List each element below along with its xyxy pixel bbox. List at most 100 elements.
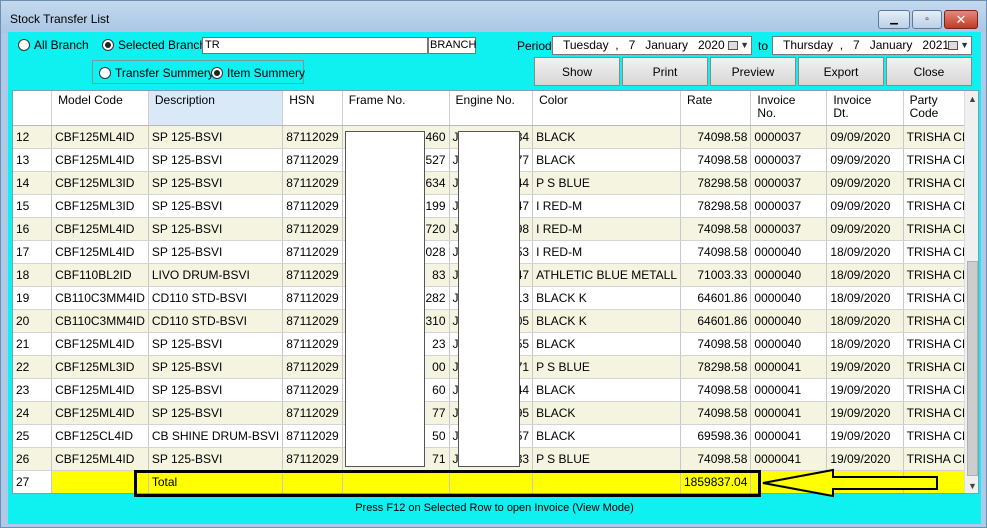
calendar-icon: [728, 41, 739, 50]
to-date-picker[interactable]: Thursday , 7 January 2021 ▼: [772, 36, 972, 55]
table-cell: 87112029: [282, 286, 343, 310]
column-header[interactable]: Model Code: [51, 91, 149, 126]
table-cell: 09/09/2020: [826, 148, 904, 172]
table-cell: CBF125ML4ID: [51, 217, 149, 241]
table-cell: CBF125ML3ID: [51, 355, 149, 379]
selected-branch-radio[interactable]: Selected Branch: [102, 38, 206, 52]
table-cell: 78298.58: [680, 171, 752, 195]
table-cell: CB110C3MM4ID: [51, 309, 149, 333]
column-header[interactable]: Invoice Dt.: [826, 91, 904, 126]
dropdown-arrow-icon: ▼: [740, 40, 749, 50]
maximize-button[interactable]: ▫: [912, 10, 942, 29]
table-cell: 87112029: [282, 309, 343, 333]
table-cell: 87112029: [282, 401, 343, 425]
maximize-icon: ▫: [925, 14, 929, 25]
table-cell: 0000037: [750, 148, 828, 172]
scroll-thumb[interactable]: [967, 261, 978, 476]
stock-transfer-grid[interactable]: Model Code Description HSN Frame No. Engine …: [12, 90, 979, 494]
table-cell: 74098.58: [680, 378, 752, 402]
table-cell: SP 125-BSVI: [148, 401, 284, 425]
table-cell: 17: [13, 240, 53, 264]
table-cell: CBF110BL2ID: [51, 263, 149, 287]
table-cell: 12: [13, 125, 53, 149]
radio-dot-selected: [102, 39, 114, 51]
table-cell: BLACK: [532, 401, 681, 425]
table-cell: 74098.58: [680, 447, 752, 471]
table-cell: 0000037: [750, 217, 828, 241]
item-summary-radio[interactable]: Item Summery: [211, 66, 305, 80]
table-cell: 16: [13, 217, 53, 241]
table-cell: 19/09/2020: [826, 447, 904, 471]
to-date-dropdown[interactable]: ▼: [947, 38, 969, 53]
export-button[interactable]: Export: [798, 57, 884, 86]
table-cell: 24: [13, 401, 53, 425]
table-cell: 19: [13, 286, 53, 310]
table-cell: 74098.58: [680, 240, 752, 264]
table-cell: 18/09/2020: [826, 263, 904, 287]
table-cell: 19/09/2020: [826, 424, 904, 448]
scroll-up-icon[interactable]: ▲: [965, 91, 978, 106]
table-cell: 78298.58: [680, 194, 752, 218]
preview-button[interactable]: Preview: [710, 57, 796, 86]
show-button[interactable]: Show: [534, 57, 620, 86]
scroll-down-icon[interactable]: ▼: [965, 478, 978, 493]
table-cell: SP 125-BSVI: [148, 217, 284, 241]
table-cell: SP 125-BSVI: [148, 355, 284, 379]
table-cell: 0000041: [750, 355, 828, 379]
table-cell: 09/09/2020: [826, 171, 904, 195]
redaction-frame-no: [345, 131, 425, 467]
column-header[interactable]: Rate: [680, 91, 752, 126]
table-cell: LIVO DRUM-BSVI: [148, 263, 284, 287]
total-cell: 27: [13, 470, 53, 493]
table-cell: 87112029: [282, 355, 343, 379]
table-cell: SP 125-BSVI: [148, 194, 284, 218]
table-cell: 0000041: [750, 401, 828, 425]
frame-no-suffix: 23: [432, 336, 446, 351]
close-window-button[interactable]: ✕: [944, 10, 978, 29]
column-header[interactable]: Color: [532, 91, 681, 126]
minimize-button[interactable]: ▁: [878, 10, 910, 29]
print-button[interactable]: Print: [622, 57, 708, 86]
table-cell: 18/09/2020: [826, 240, 904, 264]
from-date-picker[interactable]: Tuesday , 7 January 2020 ▼: [552, 36, 752, 55]
minimize-icon: ▁: [890, 14, 898, 25]
column-header[interactable]: [13, 91, 53, 126]
table-cell: 19/09/2020: [826, 401, 904, 425]
item-summary-label: Item Summery: [227, 66, 306, 80]
table-cell: 74098.58: [680, 332, 752, 356]
radio-dot: [18, 39, 30, 51]
table-cell: 18/09/2020: [826, 309, 904, 333]
column-header[interactable]: Frame No.: [342, 91, 450, 126]
table-cell: I RED-M: [532, 217, 681, 241]
transfer-summary-radio[interactable]: Transfer Summery: [99, 66, 214, 80]
table-cell: I RED-M: [532, 194, 681, 218]
table-cell: SP 125-BSVI: [148, 125, 284, 149]
table-cell: CBF125ML4ID: [51, 125, 149, 149]
table-cell: SP 125-BSVI: [148, 240, 284, 264]
table-cell: CBF125ML4ID: [51, 378, 149, 402]
column-header[interactable]: Description: [148, 91, 284, 126]
table-cell: 09/09/2020: [826, 217, 904, 241]
column-header[interactable]: Invoice No.: [750, 91, 828, 126]
column-header[interactable]: HSN: [282, 91, 343, 126]
table-cell: 71003.33: [680, 263, 752, 287]
frame-no-suffix: 00: [432, 359, 446, 374]
table-cell: 78298.58: [680, 355, 752, 379]
table-cell: 0000040: [750, 309, 828, 333]
from-date-dropdown[interactable]: ▼: [727, 38, 749, 53]
close-button[interactable]: Close: [886, 57, 972, 86]
window-title: Stock Transfer List: [10, 12, 110, 26]
table-cell: P S BLUE: [532, 355, 681, 379]
table-cell: 23: [13, 378, 53, 402]
table-cell: 0000037: [750, 125, 828, 149]
table-cell: CBF125CL4ID: [51, 424, 149, 448]
table-cell: 87112029: [282, 194, 343, 218]
table-cell: 87112029: [282, 171, 343, 195]
column-header[interactable]: Engine No.: [449, 91, 534, 126]
table-cell: 87112029: [282, 378, 343, 402]
branch-input[interactable]: TR: [202, 37, 428, 54]
table-cell: SP 125-BSVI: [148, 171, 284, 195]
frame-no-suffix: 527: [425, 152, 446, 167]
all-branch-radio[interactable]: All Branch: [18, 38, 89, 52]
vertical-scrollbar[interactable]: ▲ ▼: [964, 91, 978, 493]
